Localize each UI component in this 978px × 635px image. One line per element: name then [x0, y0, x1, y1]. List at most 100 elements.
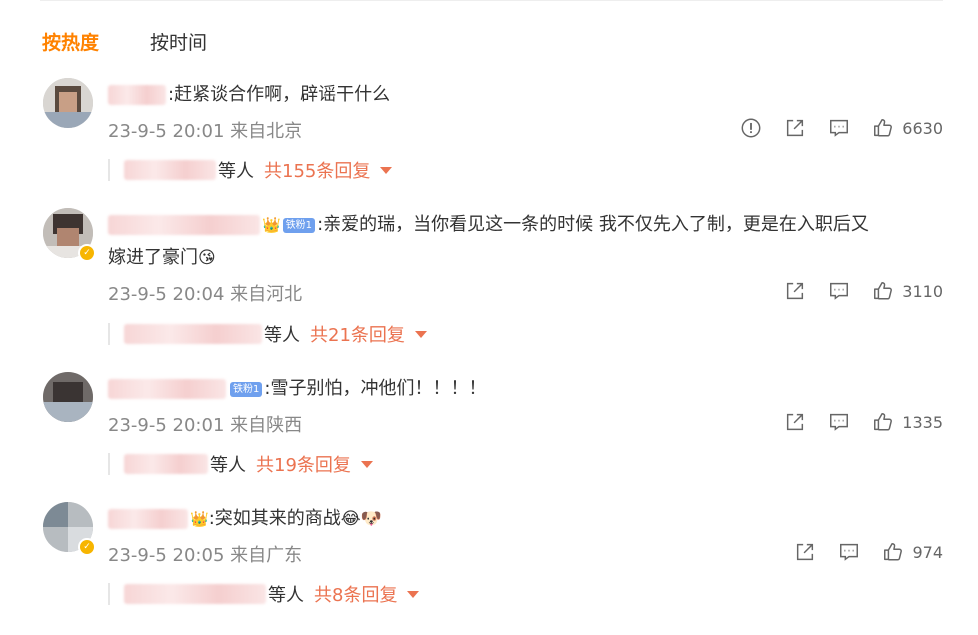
reply-divider	[108, 323, 110, 345]
share-button[interactable]	[794, 541, 816, 563]
report-button[interactable]	[740, 117, 762, 139]
comment-button[interactable]	[838, 541, 860, 563]
share-button[interactable]	[784, 411, 806, 433]
comment-time: 23-9-5 20:04	[108, 284, 225, 305]
share-icon	[787, 282, 804, 300]
comment-button[interactable]	[828, 280, 850, 302]
tab-by-hot[interactable]: 按热度	[42, 28, 99, 55]
view-replies-button[interactable]: 共21条回复	[310, 321, 427, 347]
reply-names: 等人	[124, 321, 300, 347]
reply-names: 等人	[124, 581, 304, 607]
comment-icon	[830, 119, 849, 137]
username-blurred[interactable]	[108, 379, 226, 399]
share-button[interactable]	[784, 280, 806, 302]
comment-text: :雪子别怕，冲他们！！！！	[264, 378, 487, 399]
reply-divider	[108, 583, 110, 605]
kiss-emoji-icon: 😘	[198, 248, 216, 268]
reply-usernames-blurred[interactable]	[124, 324, 262, 344]
reply-suffix: 等人	[268, 585, 304, 606]
comment-location: 来自北京	[230, 121, 303, 142]
comment-item: 铁粉1:雪子别怕，冲他们！！！！ 23-9-5 20:01 来自陕西 1335 …	[40, 372, 943, 482]
comment-time: 23-9-5 20:01	[108, 121, 225, 142]
comment-actions: 974	[772, 539, 943, 565]
like-icon	[874, 413, 893, 431]
like-button[interactable]: 6630	[872, 117, 943, 139]
comment-location: 来自广东	[230, 545, 303, 566]
share-icon	[787, 119, 804, 137]
like-button[interactable]: 3110	[872, 280, 943, 302]
caret-down-icon	[407, 590, 420, 598]
reply-divider	[108, 159, 110, 181]
reply-suffix: 等人	[218, 161, 254, 182]
avatar[interactable]	[43, 78, 93, 128]
comment-content: 👑 铁粉1:亲爱的瑞，当你看见这一条的时候 我不仅先入了制，更是在入职后又	[108, 212, 869, 238]
like-button[interactable]: 974	[882, 541, 943, 563]
comment-location: 来自陕西	[230, 415, 303, 436]
reply-summary: 等人 共155条回复	[108, 157, 393, 183]
like-count: 974	[912, 542, 943, 562]
caret-down-icon	[360, 460, 373, 468]
like-icon	[874, 282, 893, 300]
comment-actions: 1335	[762, 409, 943, 435]
comment-content: 铁粉1:雪子别怕，冲他们！！！！	[108, 376, 486, 402]
comment-meta: 23-9-5 20:04 来自河北	[108, 280, 302, 306]
reply-total-label: 共21条回复	[310, 325, 405, 346]
reply-summary: 等人 共8条回复	[108, 581, 420, 607]
comment-actions: 3110	[762, 278, 943, 304]
tab-by-time[interactable]: 按时间	[150, 28, 207, 55]
reply-suffix: 等人	[264, 325, 300, 346]
reply-usernames-blurred[interactable]	[124, 584, 266, 604]
reply-names: 等人	[124, 451, 246, 477]
fan-badge[interactable]: 铁粉1	[230, 381, 263, 397]
username-blurred[interactable]	[108, 215, 260, 235]
comment-icon	[830, 282, 849, 300]
comment-item: :赶紧谈合作啊，辟谣干什么 23-9-5 20:01 来自北京 6630 等人 …	[40, 78, 943, 188]
reply-summary: 等人 共21条回复	[108, 321, 427, 347]
report-icon	[741, 118, 761, 138]
reply-divider	[108, 453, 110, 475]
comment-item: ✓ 👑 铁粉1:亲爱的瑞，当你看见这一条的时候 我不仅先入了制，更是在入职后又 嫁…	[40, 208, 943, 348]
comment-icon	[840, 543, 859, 561]
caret-down-icon	[414, 330, 427, 338]
comment-content-line2: 嫁进了豪门😘	[108, 245, 216, 271]
comment-content: 👑:突如其来的商战😂🐶	[108, 506, 382, 532]
view-replies-button[interactable]: 共19条回复	[256, 451, 373, 477]
reply-usernames-blurred[interactable]	[124, 454, 208, 474]
reply-usernames-blurred[interactable]	[124, 160, 216, 180]
comment-item: ✓ 👑:突如其来的商战😂🐶 23-9-5 20:05 来自广东 974 等人 共…	[40, 502, 943, 612]
laugh-cry-emoji-icon: 😂	[340, 509, 361, 529]
comment-time: 23-9-5 20:01	[108, 415, 225, 436]
username-blurred[interactable]	[108, 85, 166, 105]
comment-actions: 6630	[718, 115, 943, 141]
share-icon	[797, 543, 814, 561]
comment-text-line2: 嫁进了豪门	[108, 247, 198, 268]
comment-text: :突如其来的商战	[208, 508, 341, 529]
fan-badge[interactable]: 铁粉1	[282, 217, 316, 233]
like-count: 6630	[902, 118, 943, 138]
crown-icon: 👑	[262, 216, 281, 234]
view-replies-button[interactable]: 共8条回复	[314, 581, 420, 607]
comment-meta: 23-9-5 20:05 来自广东	[108, 541, 302, 567]
top-divider	[40, 0, 943, 1]
username-blurred[interactable]	[108, 509, 188, 529]
comment-button[interactable]	[828, 411, 850, 433]
comment-content: :赶紧谈合作啊，辟谣干什么	[108, 82, 390, 108]
comment-location: 来自河北	[230, 284, 303, 305]
view-replies-button[interactable]: 共155条回复	[264, 157, 393, 183]
reply-suffix: 等人	[210, 455, 246, 476]
verified-icon: ✓	[78, 538, 96, 556]
like-button[interactable]: 1335	[872, 411, 943, 433]
comment-text: :亲爱的瑞，当你看见这一条的时候 我不仅先入了制，更是在入职后又	[317, 214, 869, 235]
like-icon	[874, 119, 893, 137]
comment-icon	[830, 413, 849, 431]
comment-button[interactable]	[828, 117, 850, 139]
share-icon	[787, 413, 804, 431]
like-count: 3110	[902, 281, 943, 301]
share-button[interactable]	[784, 117, 806, 139]
crown-icon: 👑	[190, 510, 209, 528]
doge-emoji-icon: 🐶	[360, 509, 382, 529]
verified-icon: ✓	[78, 244, 96, 262]
avatar[interactable]	[43, 372, 93, 422]
caret-down-icon	[380, 166, 393, 174]
reply-summary: 等人 共19条回复	[108, 451, 373, 477]
